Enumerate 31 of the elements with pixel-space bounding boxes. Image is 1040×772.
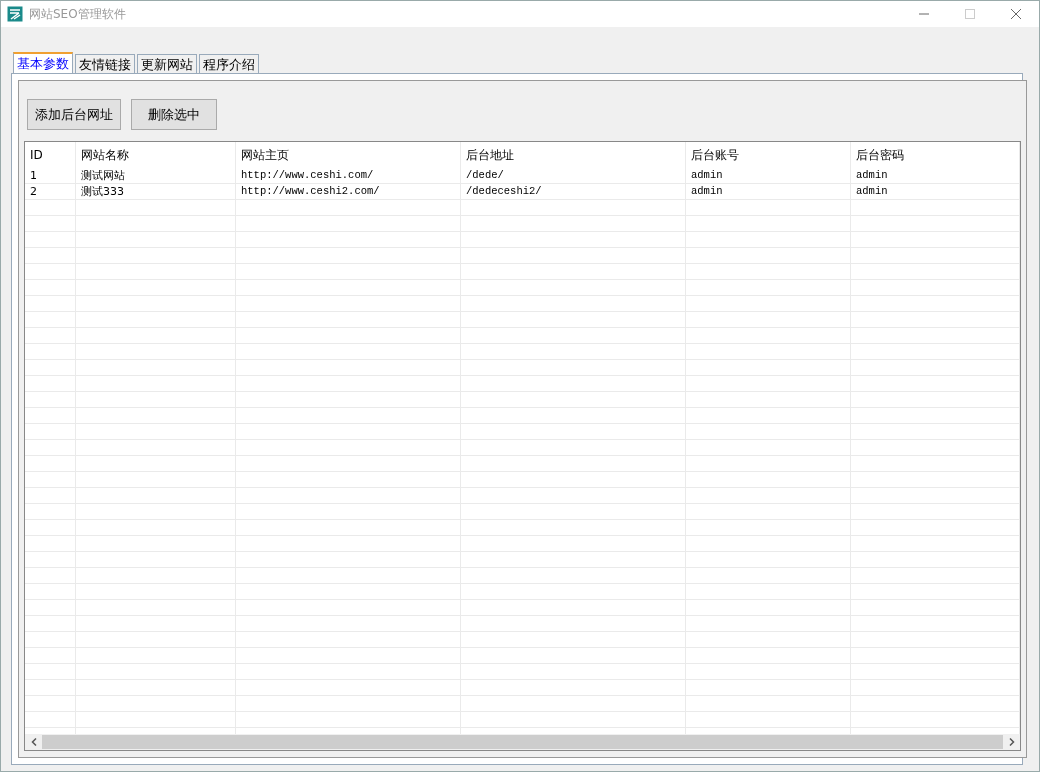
- column-header[interactable]: 后台密码: [851, 142, 1020, 168]
- table-cell: admin: [686, 184, 851, 199]
- tab[interactable]: 更新网站: [137, 54, 197, 73]
- tab[interactable]: 基本参数: [13, 52, 73, 73]
- table-cell: admin: [686, 168, 851, 183]
- table-cell: 2: [25, 184, 76, 199]
- app-logo-icon: [7, 6, 23, 22]
- table-cell: admin: [851, 184, 1020, 199]
- table-cell: http://www.ceshi.com/: [236, 168, 461, 183]
- scroll-left-icon[interactable]: [30, 738, 37, 746]
- tab[interactable]: 程序介绍: [199, 54, 259, 73]
- tab[interactable]: 友情链接: [75, 54, 135, 73]
- table-cell: 1: [25, 168, 76, 183]
- window-title: 网站SEO管理软件: [29, 5, 127, 23]
- table-cell: 测试网站: [76, 168, 236, 183]
- table-cell: /dede/: [461, 168, 686, 183]
- delete-button[interactable]: 删除选中: [131, 99, 217, 130]
- column-header[interactable]: 后台账号: [686, 142, 851, 168]
- column-header[interactable]: 网站主页: [236, 142, 461, 168]
- table-cell: admin: [851, 168, 1020, 183]
- table-cell: http://www.ceshi2.com/: [236, 184, 461, 199]
- table-cell: 测试333: [76, 184, 236, 199]
- close-icon: [1010, 8, 1022, 20]
- scrollbar-thumb[interactable]: [42, 735, 1003, 749]
- column-header[interactable]: ID: [25, 142, 76, 168]
- add-button[interactable]: 添加后台网址: [27, 99, 121, 130]
- scroll-right-icon[interactable]: [1008, 738, 1015, 746]
- column-header[interactable]: 后台地址: [461, 142, 686, 168]
- maximize-icon: [964, 8, 976, 20]
- column-header[interactable]: 网站名称: [76, 142, 236, 168]
- table-cell: /dedeceshi2/: [461, 184, 686, 199]
